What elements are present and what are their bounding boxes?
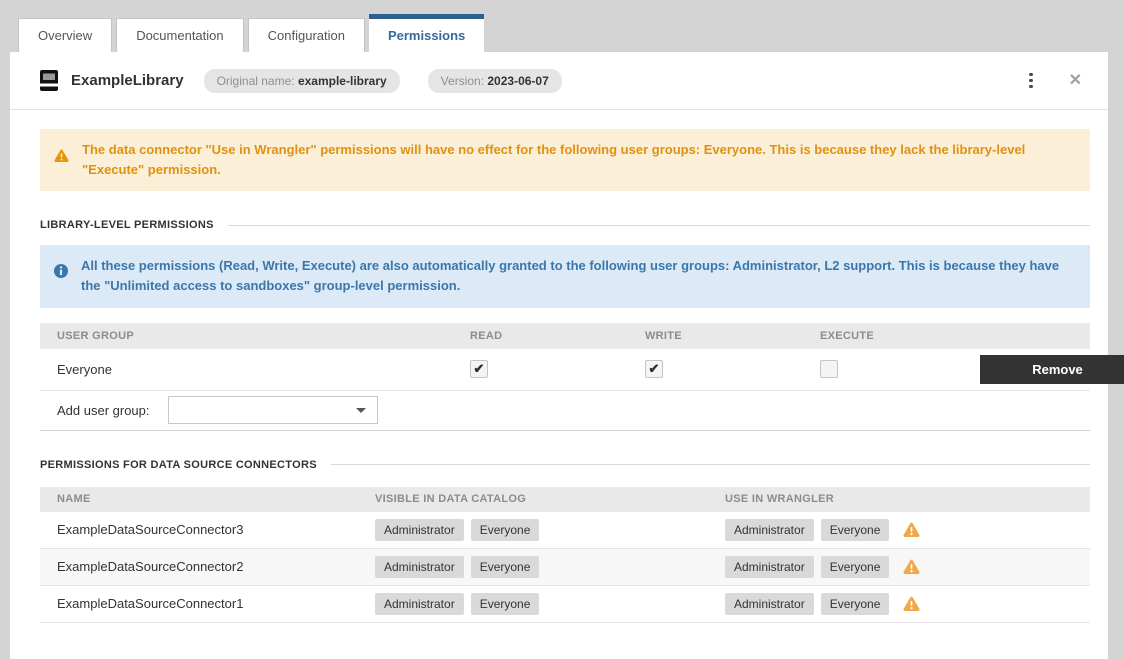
panel-header: ExampleLibrary Original name: example-li…: [10, 52, 1108, 110]
library-permissions-table: USER GROUP READ WRITE EXECUTE Everyone ✔…: [40, 323, 1090, 431]
original-name-value: example-library: [298, 74, 387, 88]
use-in-wrangler-cell: Administrator Everyone: [725, 556, 1090, 578]
warning-banner: The data connector "Use in Wrangler" per…: [40, 129, 1090, 191]
execute-checkbox[interactable]: [820, 360, 838, 378]
col-write: WRITE: [645, 330, 820, 342]
remove-button[interactable]: Remove: [980, 355, 1124, 384]
table-row: ExampleDataSourceConnector2Administrator…: [40, 549, 1090, 586]
details-panel: ExampleLibrary Original name: example-li…: [10, 52, 1108, 659]
close-icon[interactable]: ✕: [1065, 71, 1086, 91]
original-name-badge: Original name: example-library: [204, 69, 400, 93]
user-group-chip: Everyone: [821, 556, 890, 578]
section-connector-permissions: PERMISSIONS FOR DATA SOURCE CONNECTORS: [40, 459, 1090, 471]
connector-name: ExampleDataSourceConnector1: [40, 596, 375, 611]
col-execute: EXECUTE: [820, 330, 980, 342]
tab-documentation[interactable]: Documentation: [116, 18, 243, 52]
section-title: PERMISSIONS FOR DATA SOURCE CONNECTORS: [40, 459, 317, 471]
library-book-icon: [40, 70, 58, 91]
user-group-chip: Everyone: [471, 593, 540, 615]
visible-in-data-catalog-cell: Administrator Everyone: [375, 556, 725, 578]
col-user-group: USER GROUP: [40, 330, 470, 342]
user-group-chip: Everyone: [821, 593, 890, 615]
col-name: NAME: [40, 493, 375, 505]
tab-bar: OverviewDocumentationConfigurationPermis…: [10, 0, 1108, 52]
table-header-row: NAME VISIBLE IN DATA CATALOG USE IN WRAN…: [40, 487, 1090, 512]
tab-permissions[interactable]: Permissions: [369, 14, 484, 52]
info-banner-text: All these permissions (Read, Write, Exec…: [81, 256, 1076, 296]
user-group-chip: Administrator: [375, 593, 464, 615]
chevron-down-icon: [356, 408, 366, 413]
add-user-group-label: Add user group:: [40, 403, 150, 418]
info-banner: All these permissions (Read, Write, Exec…: [40, 245, 1090, 307]
version-label: Version:: [441, 74, 484, 88]
version-badge: Version: 2023-06-07: [428, 69, 562, 93]
section-title: LIBRARY-LEVEL PERMISSIONS: [40, 219, 214, 231]
write-checkbox[interactable]: ✔: [645, 360, 663, 378]
read-checkbox[interactable]: ✔: [470, 360, 488, 378]
tab-configuration[interactable]: Configuration: [248, 18, 365, 52]
user-group-chip: Everyone: [821, 519, 890, 541]
warning-icon: [903, 559, 920, 574]
add-user-group-dropdown[interactable]: [168, 396, 378, 424]
user-group-chip: Administrator: [725, 519, 814, 541]
use-in-wrangler-cell: Administrator Everyone: [725, 593, 1090, 615]
table-row: ExampleDataSourceConnector1Administrator…: [40, 586, 1090, 623]
table-header-row: USER GROUP READ WRITE EXECUTE: [40, 323, 1090, 349]
user-group-chip: Everyone: [471, 556, 540, 578]
use-in-wrangler-cell: Administrator Everyone: [725, 519, 1090, 541]
user-group-name: Everyone: [40, 362, 470, 377]
kebab-menu-icon[interactable]: [1023, 69, 1039, 93]
info-icon: [54, 256, 68, 296]
col-use-in-wrangler: USE IN WRANGLER: [725, 493, 1090, 505]
user-group-chip: Administrator: [375, 556, 464, 578]
warning-icon: [903, 596, 920, 611]
warning-icon: [903, 522, 920, 537]
tab-overview[interactable]: Overview: [18, 18, 112, 52]
warning-triangle-icon: [54, 140, 69, 180]
connector-name: ExampleDataSourceConnector3: [40, 522, 375, 537]
visible-in-data-catalog-cell: Administrator Everyone: [375, 593, 725, 615]
connector-name: ExampleDataSourceConnector2: [40, 559, 375, 574]
col-read: READ: [470, 330, 645, 342]
table-row: Everyone ✔ ✔ Remove: [40, 349, 1090, 391]
original-name-label: Original name:: [217, 74, 295, 88]
user-group-chip: Administrator: [375, 519, 464, 541]
page-title: ExampleLibrary: [71, 72, 184, 89]
connector-table-body: ExampleDataSourceConnector3Administrator…: [40, 512, 1090, 623]
user-group-chip: Administrator: [725, 556, 814, 578]
user-group-chip: Everyone: [471, 519, 540, 541]
add-user-group-row: Add user group:: [40, 391, 1090, 431]
warning-banner-text: The data connector "Use in Wrangler" per…: [82, 140, 1076, 180]
version-value: 2023-06-07: [487, 74, 548, 88]
section-library-permissions: LIBRARY-LEVEL PERMISSIONS: [40, 219, 1090, 231]
col-visible-in-data-catalog: VISIBLE IN DATA CATALOG: [375, 493, 725, 505]
user-group-chip: Administrator: [725, 593, 814, 615]
connector-permissions-table: NAME VISIBLE IN DATA CATALOG USE IN WRAN…: [40, 487, 1090, 623]
table-row: ExampleDataSourceConnector3Administrator…: [40, 512, 1090, 549]
visible-in-data-catalog-cell: Administrator Everyone: [375, 519, 725, 541]
